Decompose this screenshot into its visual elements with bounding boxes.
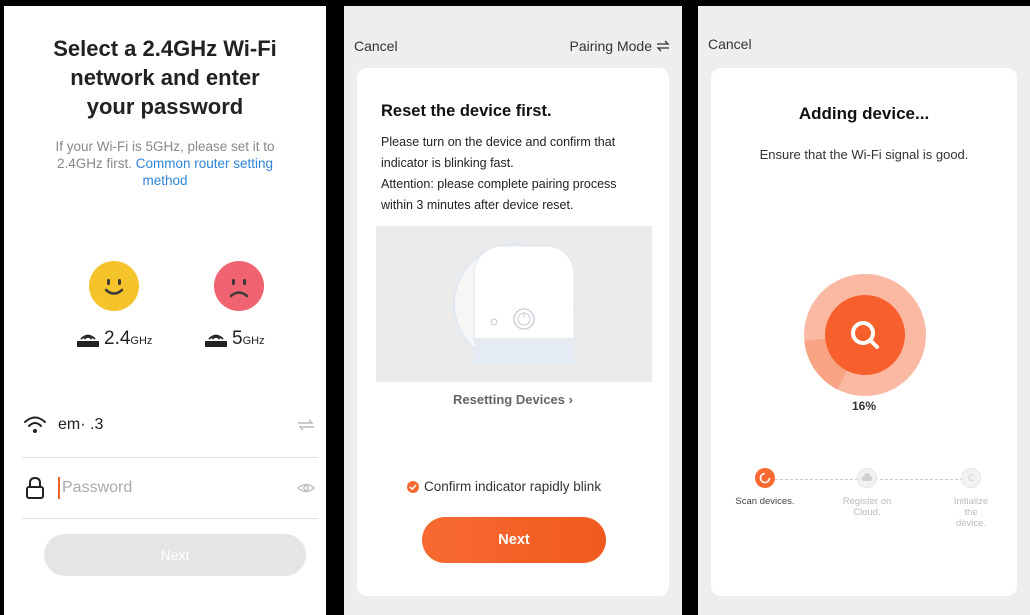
router-setting-link[interactable]: Common router setting method: [136, 156, 273, 188]
wifi-setup-screen: Select a 2.4GHz Wi-Fi network and enter …: [4, 6, 326, 615]
reset-card: Reset the device first. Please turn on t…: [357, 68, 669, 596]
progress-ring: [804, 274, 926, 396]
happy-face-icon: [89, 261, 139, 311]
router-icon: [77, 334, 99, 347]
next-button[interactable]: Next: [44, 534, 306, 576]
initialize-icon: C: [961, 468, 981, 488]
step-label: Initialize the device.: [953, 496, 989, 529]
sad-face-icon: [214, 261, 264, 311]
device-illustration: [376, 226, 652, 382]
divider: [22, 457, 318, 458]
info-text: If your Wi-Fi is 5GHz, please set it to …: [34, 138, 296, 189]
band-number: 5: [232, 328, 243, 349]
cancel-button[interactable]: Cancel: [354, 38, 398, 54]
attention-text: Attention: please complete pairing proce…: [381, 177, 617, 212]
band-2-4ghz: 2.4 GHz: [76, 328, 152, 350]
password-field[interactable]: [22, 468, 326, 508]
pairing-mode-button[interactable]: Pairing Mode: [570, 38, 671, 54]
wifi-icon: [22, 412, 48, 438]
page-title: Select a 2.4GHz Wi-Fi network and enter …: [53, 36, 277, 119]
step-initialize: C Initialize the device.: [941, 468, 1001, 529]
check-icon: [407, 480, 419, 493]
resetting-devices-link[interactable]: Resetting Devices ›: [357, 392, 669, 407]
confirm-label: Confirm indicator rapidly blink: [424, 479, 602, 494]
divider: [22, 518, 318, 519]
instruction-text: Please turn on the device and confirm th…: [381, 135, 616, 170]
next-button[interactable]: Next: [422, 517, 606, 563]
progress-card: Adding device... Ensure that the Wi-Fi s…: [711, 68, 1017, 596]
wifi-ssid-field[interactable]: em· .3: [22, 405, 326, 445]
step-scan: Scan devices.: [735, 468, 795, 507]
svg-text:C: C: [968, 474, 974, 484]
pairing-mode-label: Pairing Mode: [569, 38, 653, 54]
card-title: Reset the device first.: [381, 102, 552, 120]
router-icon: [205, 334, 227, 347]
band-unit: GHz: [130, 335, 153, 347]
resetting-devices-label: Resetting Devices: [453, 392, 566, 407]
reset-device-screen: Cancel Pairing Mode Reset the device fir…: [344, 6, 682, 615]
confirm-checkbox[interactable]: Confirm indicator rapidly blink: [407, 479, 601, 494]
ssid-value: em· .3: [58, 416, 104, 433]
cloud-icon: [857, 468, 877, 488]
band-unit: GHz: [242, 335, 265, 347]
scan-icon: [755, 468, 775, 488]
password-input[interactable]: [58, 477, 296, 499]
card-title: Adding device...: [798, 104, 930, 123]
step-label: Scan devices.: [735, 496, 795, 507]
band-number: 2.4: [104, 328, 131, 349]
cancel-button[interactable]: Cancel: [708, 36, 752, 52]
adding-device-screen: Cancel Adding device... Ensure that the …: [698, 6, 1030, 615]
chevron-right-icon: ›: [568, 392, 573, 407]
card-subtitle: Ensure that the Wi-Fi signal is good.: [759, 147, 969, 162]
eye-icon[interactable]: [296, 478, 322, 498]
step-label: Register on Cloud.: [842, 496, 892, 518]
lock-icon: [22, 475, 48, 501]
progress-percent: 16%: [851, 399, 877, 413]
switch-icon: [656, 40, 670, 52]
band-5ghz: 5 GHz: [204, 328, 265, 350]
step-register: Register on Cloud.: [837, 468, 897, 518]
switch-network-icon[interactable]: [296, 415, 322, 435]
instructions: Please turn on the device and confirm th…: [381, 132, 651, 216]
